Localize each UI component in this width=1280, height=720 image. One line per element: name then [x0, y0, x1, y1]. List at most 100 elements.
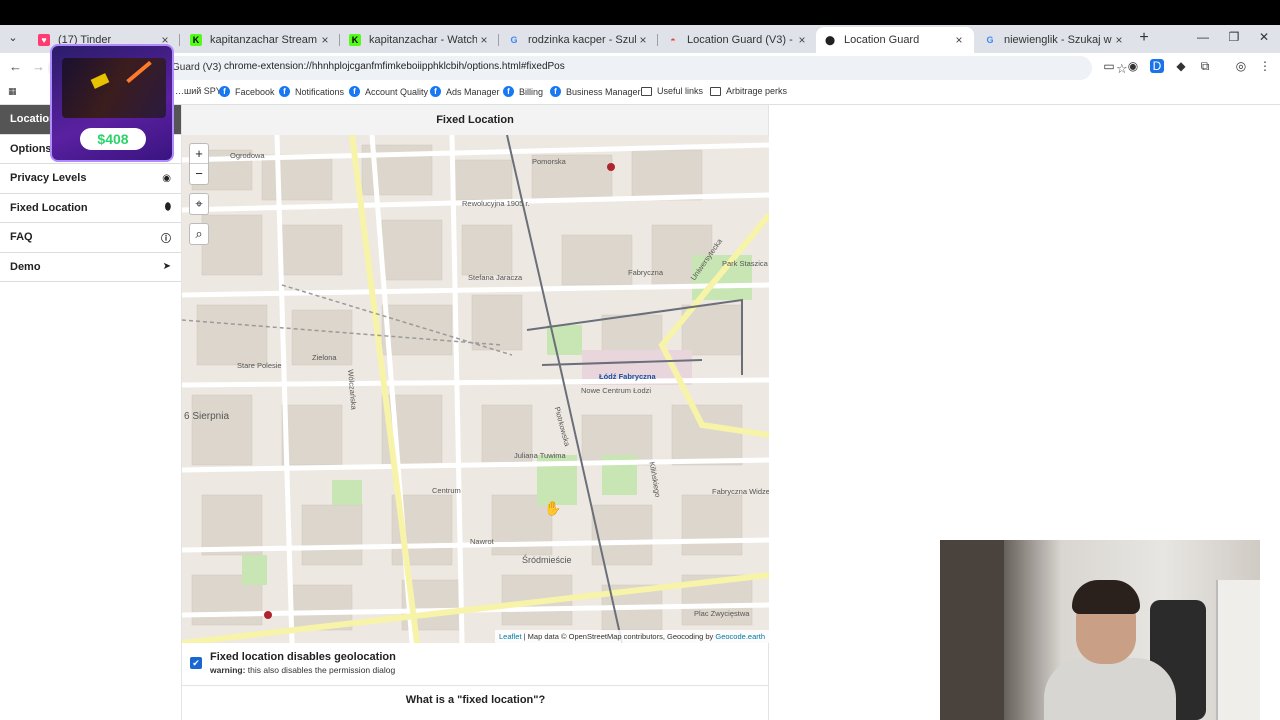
disable-geolocation-option: ✔ Fixed location disables geolocation wa…	[190, 651, 396, 675]
forward-arrow-icon[interactable]: →	[32, 59, 45, 74]
extensions-menu-icon[interactable]: ⧉	[1198, 59, 1212, 73]
sidebar-item-faq[interactable]: FAQ ⓘ	[0, 223, 181, 253]
background-door	[940, 540, 1004, 720]
location-arrow-icon: ➤	[162, 261, 171, 273]
zoom-in-button[interactable]: +	[190, 144, 208, 164]
facebook-icon: f	[550, 86, 561, 97]
bookmark-ads-manager[interactable]: f Ads Manager	[430, 86, 500, 97]
google-icon: G	[986, 35, 994, 45]
window-close-button[interactable]: ✕	[1256, 30, 1272, 44]
tab-location-guard[interactable]: ⬤ Location Guard ×	[816, 27, 974, 53]
tab-google-rodzinka[interactable]: G rodzinka kacper - Szukaj w Goo ×	[500, 27, 658, 53]
location-guard-extension-icon[interactable]: ◆	[1174, 59, 1188, 73]
eye-icon: ◉	[162, 172, 171, 184]
tab-title: kapitanzachar - Watch clips on	[369, 34, 477, 46]
tab-strip: ⌄ ♥ (17) Tinder × K kapitanzachar Stream…	[0, 25, 1280, 53]
tinder-icon: ♥	[38, 34, 50, 46]
bookmark-arbitrage-perks[interactable]: Arbitrage perks	[710, 86, 787, 96]
bookmark-notifications[interactable]: f Notifications	[279, 86, 344, 97]
sidebar-item-privacy-levels[interactable]: Privacy Levels ◉	[0, 164, 181, 194]
background-shelf	[1216, 580, 1260, 720]
map-label: Rewolucyjna 1905 r.	[462, 199, 530, 208]
map-tiles: ✋	[182, 135, 769, 643]
map-label: Łódź Fabryczna	[599, 372, 656, 381]
map-label: Stefana Jaracza	[468, 273, 523, 282]
apps-grid-icon[interactable]: ▦	[8, 86, 17, 97]
close-icon[interactable]: ×	[1112, 33, 1126, 47]
map-label: Ogrodowa	[230, 151, 265, 160]
back-arrow-icon[interactable]: ←	[9, 59, 22, 74]
address-bar-row: ← → Guard (V3) chrome-extension://hhnhpl…	[0, 53, 1280, 81]
attribution-text: | Map data © OpenStreetMap contributors,…	[521, 632, 716, 641]
sidebar-item-fixed-location[interactable]: Fixed Location ⬮	[0, 194, 181, 223]
bookmark-business-manager[interactable]: f Business Manager	[550, 86, 641, 97]
tab-kick-clips[interactable]: K kapitanzachar - Watch clips on ×	[341, 27, 499, 53]
sidebar-item-label: Fixed Location	[10, 201, 88, 214]
zoom-out-button[interactable]: −	[190, 164, 208, 184]
geocode-earth-link[interactable]: Geocode.earth	[715, 632, 765, 641]
tab-google-niewienglik[interactable]: G niewienglik - Szukaj w Google ×	[976, 27, 1134, 53]
search-icon[interactable]: ⌕	[190, 224, 208, 244]
webcam-overlay	[940, 540, 1260, 720]
close-icon[interactable]: ×	[318, 33, 332, 47]
disable-geolocation-checkbox[interactable]: ✔	[190, 657, 202, 669]
tab-webstore-location-guard[interactable]: ◓ Location Guard (V3) - Chrome ×	[659, 27, 817, 53]
restore-button[interactable]: ❐	[1226, 30, 1242, 44]
game-thumbnail-image	[62, 58, 166, 118]
bookmark-label: Facebook	[235, 86, 275, 97]
bookmark-billing[interactable]: f Billing	[503, 86, 543, 97]
extension-chip[interactable]: Guard (V3)	[168, 60, 225, 76]
facebook-icon: f	[503, 86, 514, 97]
camera-icon[interactable]: ▭	[1102, 59, 1116, 73]
locate-control: ⌖	[189, 193, 209, 215]
leaflet-map[interactable]: ✋ Ogrodowa Pomorska Rewolucyjna 1905 r. …	[182, 135, 769, 643]
leaflet-link[interactable]: Leaflet	[499, 632, 522, 641]
bookmark-label: Notifications	[295, 86, 345, 97]
tab-kick-stream[interactable]: K kapitanzachar Stream - Watch l ×	[182, 27, 340, 53]
tab-title: Location Guard (V3) - Chrome	[687, 34, 795, 46]
sidebar-item-demo[interactable]: Demo ➤	[0, 253, 181, 282]
info-icon: ⓘ	[161, 233, 171, 245]
bookmark-facebook[interactable]: f Facebook	[219, 86, 275, 97]
tab-title: niewienglik - Szukaj w Google	[1004, 34, 1112, 46]
extension-d-icon[interactable]: D	[1150, 59, 1164, 73]
map-label: Fabryczna Widzew	[712, 487, 769, 496]
kebab-menu-icon[interactable]: ⋮	[1258, 59, 1272, 73]
location-pin-icon: ⬤	[824, 34, 836, 45]
page-title: Fixed Location	[182, 105, 768, 135]
new-tab-button[interactable]: +	[1136, 29, 1152, 47]
url-text[interactable]: chrome-extension://hhnhplojcganfmfimkebo…	[224, 61, 565, 72]
bookmark-label: Business Manager	[566, 86, 641, 97]
map-label: Nawrot	[470, 537, 494, 546]
tab-title: Location Guard	[844, 34, 920, 46]
profile-avatar-icon[interactable]: ◎	[1234, 59, 1248, 73]
close-icon[interactable]: ×	[795, 33, 809, 47]
facebook-icon: f	[430, 86, 441, 97]
search-control: ⌕	[189, 223, 209, 245]
locate-pin-icon[interactable]: ⌖	[190, 194, 208, 214]
close-icon[interactable]: ×	[636, 33, 650, 47]
map-label: 6 Sierpnia	[184, 411, 230, 422]
folder-icon	[641, 86, 652, 96]
map-label: Śródmieście	[522, 555, 572, 565]
sidebar-item-label: Options	[10, 142, 52, 155]
promo-overlay[interactable]: $408	[50, 44, 174, 162]
bookmark-label: Billing	[519, 86, 544, 97]
facebook-icon: f	[349, 86, 360, 97]
extension-puzzle-icon[interactable]: ◉	[1126, 59, 1140, 73]
map-label: Park Staszica	[722, 259, 768, 268]
map-label: Stare Polesie	[237, 361, 282, 370]
tab-search-chevron-icon[interactable]: ⌄	[4, 31, 22, 47]
close-icon[interactable]: ×	[952, 33, 966, 47]
map-attribution: Leaflet | Map data © OpenStreetMap contr…	[495, 630, 769, 643]
section-heading: What is a "fixed location"?	[182, 685, 769, 706]
minimize-button[interactable]: —	[1195, 30, 1211, 44]
close-icon[interactable]: ×	[477, 33, 491, 47]
map-label: Centrum	[432, 486, 461, 495]
omnibox[interactable]: Guard (V3) chrome-extension://hhnhplojcg…	[48, 56, 1128, 80]
person-body	[1044, 658, 1176, 720]
bookmark-account-quality[interactable]: f Account Quality	[349, 86, 428, 97]
folder-icon	[710, 86, 721, 96]
bookmark-useful-links[interactable]: Useful links	[641, 86, 703, 96]
checkbox-label: Fixed location disables geolocation	[210, 651, 396, 663]
